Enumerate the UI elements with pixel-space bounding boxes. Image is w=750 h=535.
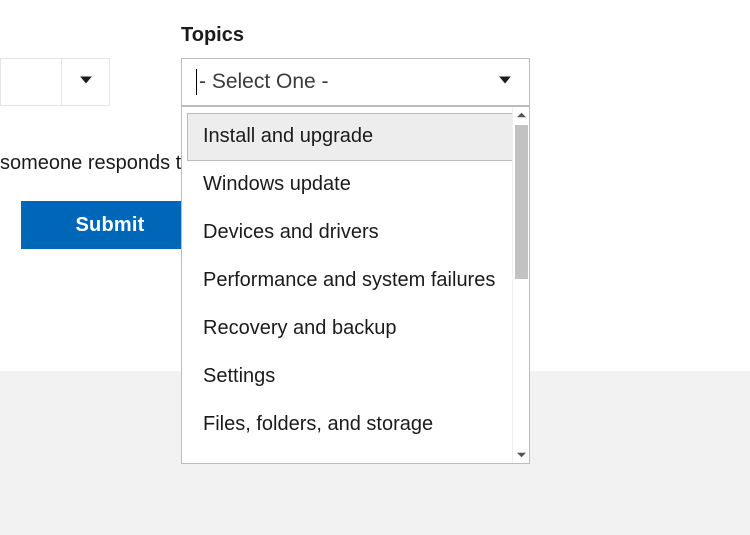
topics-select-placeholder: - Select One - xyxy=(182,69,481,95)
secondary-select-field xyxy=(1,59,61,105)
scrollbar-thumb[interactable] xyxy=(515,125,528,279)
topics-label: Topics xyxy=(181,24,244,47)
submit-button-label: Submit xyxy=(76,214,145,237)
topics-placeholder-text: - Select One - xyxy=(199,70,329,94)
chevron-down-icon xyxy=(79,73,93,92)
topics-dropdown[interactable]: Install and upgradeWindows updateDevices… xyxy=(181,106,530,464)
dropdown-option[interactable]: Performance and system failures xyxy=(187,257,524,305)
dropdown-option[interactable]: Settings xyxy=(187,353,524,401)
topics-select-caret-button[interactable] xyxy=(481,59,529,105)
dropdown-option[interactable]: Install and upgrade xyxy=(187,113,524,161)
dropdown-option[interactable]: Devices and drivers xyxy=(187,209,524,257)
chevron-down-icon xyxy=(498,73,512,92)
secondary-select-caret-button[interactable] xyxy=(61,59,109,105)
dropdown-option[interactable]: Windows update xyxy=(187,161,524,209)
submit-button[interactable]: Submit xyxy=(21,201,199,249)
secondary-select[interactable] xyxy=(0,58,110,106)
topics-select[interactable]: - Select One - xyxy=(181,58,530,106)
chevron-down-icon xyxy=(517,446,526,464)
scroll-down-button[interactable] xyxy=(513,446,530,463)
text-cursor xyxy=(196,69,197,95)
chevron-up-icon xyxy=(517,107,526,125)
dropdown-option[interactable]: Recovery and backup xyxy=(187,305,524,353)
scroll-up-button[interactable] xyxy=(513,107,530,124)
dropdown-option[interactable]: Files, folders, and storage xyxy=(187,401,524,449)
scrollbar-track[interactable] xyxy=(512,107,529,463)
